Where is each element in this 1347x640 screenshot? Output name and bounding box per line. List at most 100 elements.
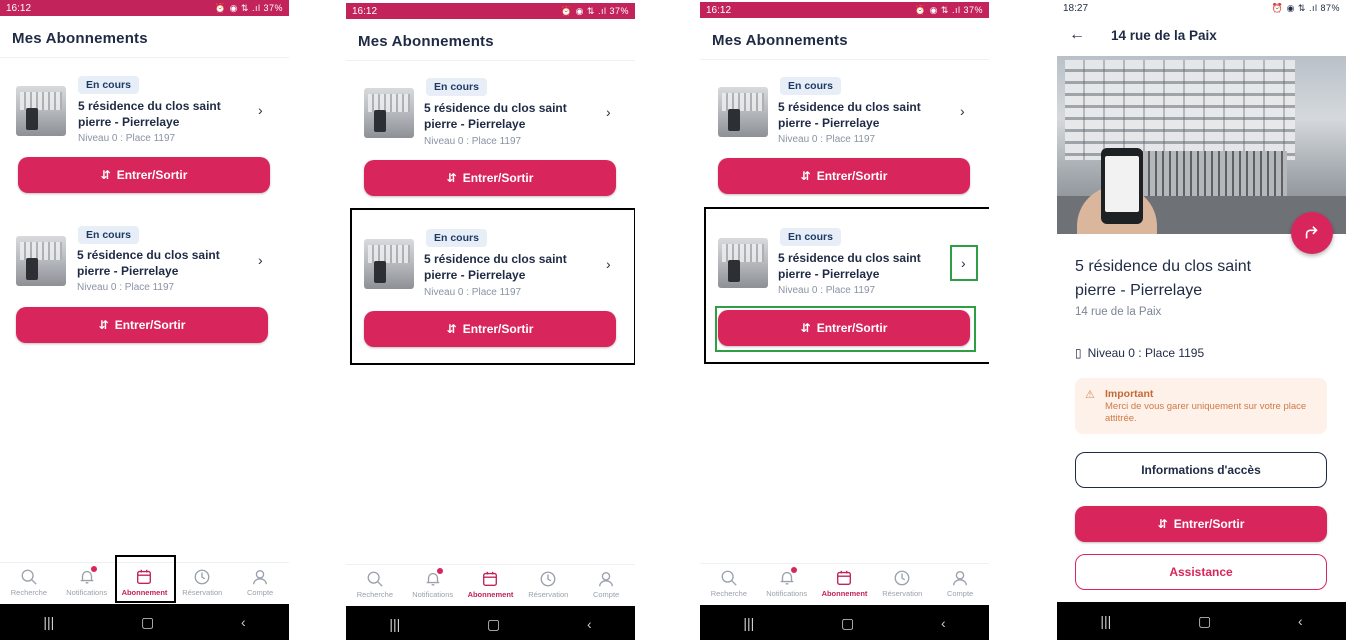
user-icon: [253, 570, 268, 585]
back-icon[interactable]: ‹: [941, 615, 946, 631]
screen-list-2: 16:12 ⏰ ◉ ⇅ .ıl 37% Mes Abonnements En c…: [346, 3, 635, 640]
nav-item-recherche[interactable]: Recherche: [700, 564, 758, 605]
battery-level: 37%: [263, 2, 283, 13]
detail-place: ▯ Niveau 0 : Place 1195: [1075, 346, 1205, 360]
screen-detail: 18:27 ⏰ ◉ ⇅ .ıl 87% ← 14 rue de la Paix …: [1057, 0, 1346, 640]
system-navigation-bar: ||| ▢ ‹: [700, 605, 989, 640]
detail-subtitle: 14 rue de la Paix: [1075, 306, 1162, 318]
recent-apps-icon[interactable]: |||: [389, 616, 400, 632]
enter-exit-button[interactable]: ⇵ Entrer/Sortir: [718, 158, 970, 194]
battery-level: 87%: [1320, 2, 1340, 13]
divider: [0, 57, 289, 58]
nav-item-reservation[interactable]: Réservation: [873, 564, 931, 605]
nav-item-reservation[interactable]: Réservation: [519, 565, 577, 606]
important-alert: ⚠ Important Merci de vous garer uniqueme…: [1075, 378, 1327, 434]
chevron-right-icon[interactable]: ›: [606, 105, 611, 119]
share-button[interactable]: [1291, 212, 1333, 254]
screen-list-3: 16:12 ⏰ ◉ ⇅ .ıl 37% Mes Abonnements En c…: [700, 2, 989, 640]
parking-spot-icon: ▯: [1075, 346, 1082, 360]
notification-dot: [790, 567, 797, 573]
clock-icon: [540, 571, 556, 587]
enter-exit-button[interactable]: ⇵ Entrer/Sortir: [18, 157, 270, 193]
status-time: 18:27: [1063, 2, 1089, 14]
back-icon[interactable]: ‹: [587, 616, 592, 632]
nav-item-abonnement[interactable]: Abonnement: [462, 565, 520, 606]
status-icons: ⏰ ◉ ⇅ .ıl: [1271, 2, 1321, 13]
detail-address: 5 résidence du clos saint pierre - Pierr…: [1075, 258, 1252, 299]
page-title: Mes Abonnements: [12, 30, 148, 47]
search-icon: [721, 570, 737, 586]
status-bar: 16:12 ⏰ ◉ ⇅ .ıl 37%: [346, 3, 635, 19]
detail-title: 14 rue de la Paix: [1111, 28, 1217, 43]
highlight-enter-button: [715, 306, 976, 352]
nav-item-abonnement[interactable]: Abonnement: [816, 564, 874, 605]
battery-level: 37%: [963, 4, 983, 15]
subscription-card[interactable]: En cours 5 résidence du clos saint pierr…: [0, 218, 289, 368]
home-icon[interactable]: ▢: [841, 615, 854, 632]
place-info: Niveau 0 : Place 1197: [78, 133, 176, 144]
subscription-card[interactable]: En cours 5 résidence du clos saint pierr…: [700, 69, 989, 219]
nav-item-compte[interactable]: Compte: [931, 564, 989, 605]
assistance-button[interactable]: Assistance: [1075, 554, 1327, 590]
access-info-button[interactable]: Informations d'accès: [1075, 452, 1327, 488]
status-bar: 16:12 ⏰ ◉ ⇅ .ıl 37%: [700, 2, 989, 18]
home-icon[interactable]: ▢: [1198, 613, 1211, 630]
swap-arrows-icon: ⇵: [98, 318, 109, 332]
recent-apps-icon[interactable]: |||: [743, 615, 754, 631]
back-arrow-icon[interactable]: ←: [1069, 26, 1085, 44]
status-icons: ⏰ ◉ ⇅ .ıl: [914, 4, 964, 15]
chevron-right-icon[interactable]: ›: [258, 253, 263, 267]
page-title: Mes Abonnements: [358, 33, 494, 50]
swap-arrows-icon: ⇵: [100, 168, 111, 182]
chevron-right-icon[interactable]: ›: [960, 104, 965, 118]
divider: [346, 60, 635, 61]
system-navigation-bar: ||| ▢ ‹: [346, 606, 635, 640]
back-icon[interactable]: ‹: [241, 614, 246, 630]
highlight-box: [350, 208, 635, 365]
place-info: Niveau 0 : Place 1197: [424, 136, 522, 147]
highlight-chevron: [950, 245, 978, 281]
bottom-navigation: Recherche Notifications Abonnement Réser…: [700, 563, 989, 605]
enter-exit-button[interactable]: ⇵ Entrer/Sortir: [16, 307, 268, 343]
subscription-address: 5 résidence du clos saint pierre - Pierr…: [77, 248, 220, 278]
nav-item-recherche[interactable]: Recherche: [346, 565, 404, 606]
nav-item-notifications[interactable]: Notifications: [58, 563, 116, 604]
recent-apps-icon[interactable]: |||: [43, 614, 54, 630]
subscription-card[interactable]: En cours 5 résidence du clos saint pierr…: [0, 68, 289, 218]
nav-item-recherche[interactable]: Recherche: [0, 563, 58, 604]
share-arrow-icon: [1305, 226, 1318, 239]
home-icon[interactable]: ▢: [141, 614, 154, 631]
subscription-address: 5 résidence du clos saint pierre - Pierr…: [424, 101, 567, 131]
divider: [700, 59, 989, 60]
status-bar: 18:27 ⏰ ◉ ⇅ .ıl 87%: [1057, 0, 1346, 16]
nav-item-notifications[interactable]: Notifications: [758, 564, 816, 605]
enter-exit-button[interactable]: ⇵ Entrer/Sortir: [1075, 506, 1327, 542]
warning-icon: ⚠: [1085, 389, 1095, 401]
subscription-card[interactable]: En cours 5 résidence du clos saint pierr…: [346, 70, 635, 220]
status-badge: En cours: [426, 78, 487, 96]
subscription-address: 5 résidence du clos saint pierre - Pierr…: [78, 99, 221, 129]
enter-exit-button[interactable]: ⇵ Entrer/Sortir: [364, 160, 616, 196]
subscription-address: 5 résidence du clos saint pierre - Pierr…: [778, 100, 921, 130]
user-icon: [953, 571, 968, 586]
status-icons: ⏰ ◉ ⇅ .ıl: [560, 5, 610, 16]
nav-item-compte[interactable]: Compte: [577, 565, 635, 606]
highlight-box: [115, 555, 176, 603]
place-info: Niveau 0 : Place 1197: [778, 134, 876, 145]
parking-thumbnail: [718, 87, 768, 137]
nav-item-reservation[interactable]: Réservation: [173, 563, 231, 604]
battery-level: 37%: [609, 5, 629, 16]
status-icons: ⏰ ◉ ⇅ .ıl: [214, 2, 264, 13]
user-icon: [599, 572, 614, 587]
status-badge: En cours: [78, 226, 139, 244]
clock-icon: [194, 569, 210, 585]
home-icon[interactable]: ▢: [487, 616, 500, 633]
bottom-navigation: Recherche Notifications Abonnement Réser…: [346, 564, 635, 606]
nav-item-compte[interactable]: Compte: [231, 563, 289, 604]
parking-photo: [1057, 56, 1346, 234]
notification-dot: [436, 568, 443, 574]
nav-item-notifications[interactable]: Notifications: [404, 565, 462, 606]
chevron-right-icon[interactable]: ›: [258, 103, 263, 117]
back-icon[interactable]: ‹: [1298, 613, 1303, 629]
recent-apps-icon[interactable]: |||: [1100, 613, 1111, 629]
